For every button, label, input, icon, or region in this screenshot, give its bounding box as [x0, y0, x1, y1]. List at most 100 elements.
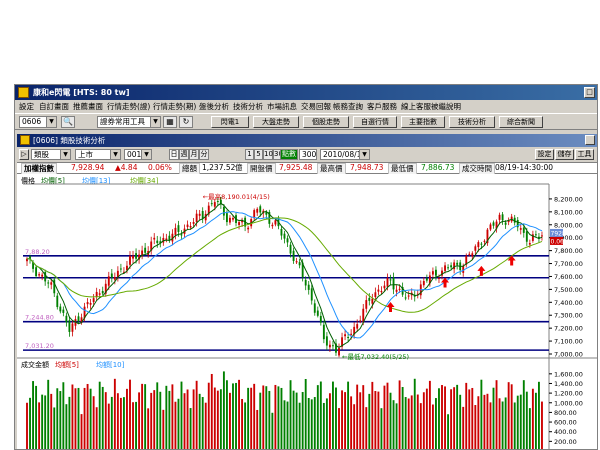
panel-header: [0606] 類股技術分析 [17, 134, 597, 147]
candle [213, 202, 216, 207]
symbol-input[interactable]: 0606 ▼ [19, 116, 57, 128]
search-icon[interactable]: 🔍 [61, 116, 75, 128]
volume-bar [341, 390, 343, 449]
play-icon[interactable]: ▷ [19, 149, 29, 160]
volume-bar [495, 380, 498, 449]
volume-bar [510, 384, 513, 449]
chevron-down-icon[interactable]: ▼ [60, 150, 70, 159]
candle [489, 224, 492, 230]
chevron-down-icon[interactable]: ▼ [46, 117, 56, 127]
price-tick-label: 7,100.00 [554, 338, 583, 346]
candle [210, 203, 213, 205]
volume-bar [425, 388, 428, 449]
volume-bar [386, 382, 389, 449]
volume-bar [186, 389, 189, 449]
candle [368, 297, 371, 301]
panel-close-button[interactable] [585, 135, 595, 145]
candle [68, 320, 71, 332]
chevron-down-icon[interactable]: ▼ [110, 150, 120, 159]
points-input[interactable]: 300 [299, 149, 317, 160]
volume-bar [371, 381, 374, 449]
panel-button-2[interactable]: 工具 [575, 149, 594, 160]
candle [504, 222, 507, 225]
volume-bar [377, 391, 380, 449]
volume-bar [59, 391, 62, 449]
volume-legend-0: 成交金額 [21, 360, 49, 369]
market-value: 上市 [78, 150, 93, 159]
chevron-down-icon[interactable]: ▼ [141, 150, 151, 159]
menu-item-9[interactable]: 帳務查詢 [333, 101, 363, 112]
menu-item-3[interactable]: 行情走勢(證) [107, 101, 150, 112]
chevron-down-icon[interactable]: ▼ [359, 150, 369, 159]
interval-button-0[interactable]: 1 [245, 149, 254, 160]
interval-button-1[interactable]: 5 [254, 149, 263, 160]
candle [177, 225, 180, 232]
volume-bar [262, 385, 265, 449]
technical-chart[interactable]: 價格 均價[5] 均價[13] 均價[34]8,200.008,100.008,000… [17, 174, 597, 450]
volume-legend-2: 均額[10] [96, 360, 125, 369]
candle [501, 214, 504, 221]
toolbar-button-4[interactable]: 主要指數 [401, 116, 445, 128]
candle [292, 250, 295, 261]
volume-bar [159, 391, 162, 449]
menu-item-11[interactable]: 線上客服 [401, 101, 431, 112]
chart-area[interactable]: 價格 均價[5] 均價[13] 均價[34] 8,200.00 8,100.00 8,000… [17, 174, 597, 450]
menu-item-1[interactable]: 自訂畫面 [39, 101, 69, 112]
tool-select-value: 證券常用工具 [100, 117, 145, 126]
price-tick-label: 7,500.00 [554, 286, 583, 294]
volume-bar [168, 390, 171, 449]
candle [71, 323, 74, 332]
menu-item-10[interactable]: 客戶服務 [367, 101, 397, 112]
menu-item-8[interactable]: 交易回報 [301, 101, 331, 112]
panel-button-0[interactable]: 設定 [535, 149, 554, 160]
menu-item-12[interactable]: 被繼說明 [431, 101, 461, 112]
volume-bar [113, 378, 116, 449]
period-button-2[interactable]: 月 [189, 149, 199, 160]
toolbar-button-0[interactable]: 閃電1 [211, 116, 249, 128]
period-button-3[interactable]: 分 [199, 149, 209, 160]
period-button-1[interactable]: 週 [179, 149, 189, 160]
chevron-down-icon[interactable]: ▼ [150, 117, 160, 127]
candle [59, 306, 62, 312]
toolbar-button-2[interactable]: 個股走勢 [303, 116, 349, 128]
panel-button-1[interactable]: 儲存 [555, 149, 574, 160]
code-select[interactable]: 001 ▼ [124, 149, 152, 160]
interval-button-2[interactable]: 10 [263, 149, 273, 160]
volume-bar [359, 392, 362, 449]
candle [350, 333, 353, 335]
candle [377, 289, 380, 292]
period-button-0[interactable]: 日 [169, 149, 179, 160]
menu-item-4[interactable]: 行情走勢(期) [153, 101, 196, 112]
volume-bar [180, 381, 183, 449]
date-picker[interactable]: 2010/08/19 ▼ [320, 149, 370, 160]
volume-bar [101, 386, 104, 449]
volume-bar [207, 382, 210, 449]
tool-select[interactable]: 證券常用工具 ▼ [97, 116, 161, 128]
menu-item-6[interactable]: 技術分析 [233, 101, 263, 112]
volume-bar [259, 392, 262, 449]
toolbar-button-5[interactable]: 技術分析 [449, 116, 495, 128]
menu-item-2[interactable]: 推薦畫面 [73, 101, 103, 112]
volume-bar [210, 373, 213, 449]
volume-bar [216, 390, 219, 449]
candle [35, 267, 38, 277]
candle [144, 247, 147, 253]
toolbar-button-3[interactable]: 自選行情 [353, 116, 397, 128]
maximize-button[interactable]: □ [584, 87, 595, 98]
grid-icon[interactable]: ▦ [163, 116, 177, 128]
toolbar-button-6[interactable]: 綜合新聞 [499, 116, 543, 128]
candle [383, 285, 386, 289]
toolbar-button-1[interactable]: 大盤走勢 [253, 116, 299, 128]
menu-item-7[interactable]: 市場訊息 [267, 101, 297, 112]
low-annotation: ←最低7,032.40(5/25) [342, 352, 409, 361]
menu-item-5[interactable]: 盤後分析 [199, 101, 229, 112]
volume-bar [474, 405, 477, 449]
volume-bar [316, 385, 319, 449]
refresh-icon[interactable]: ↻ [179, 116, 193, 128]
candle [528, 243, 531, 245]
market-select[interactable]: 上市 ▼ [75, 149, 121, 160]
app-window: 康和e閃電 [HTS: 80 tw] □ 設定 自訂畫面 推薦畫面 行情走勢(證) 行情… [14, 84, 598, 450]
menu-item-0[interactable]: 設定 [19, 101, 34, 112]
volume-bar [219, 389, 222, 449]
category-select[interactable]: 類股 ▼ [31, 149, 71, 160]
